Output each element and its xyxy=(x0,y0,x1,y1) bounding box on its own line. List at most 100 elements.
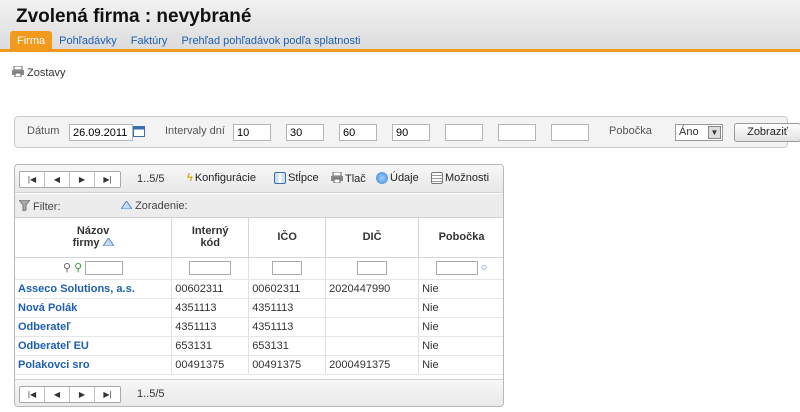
konfiguracie-label: Konfigurácie xyxy=(194,172,256,184)
table-row[interactable]: Odberateľ EU 653131 653131 Nie xyxy=(15,336,503,356)
column-nazov-line2: firmy xyxy=(72,237,100,250)
udaje-label: Údaje xyxy=(390,172,419,184)
chevron-down-icon[interactable]: ▼ xyxy=(708,126,721,139)
column-nazov[interactable]: Názov firmy xyxy=(15,218,173,258)
search-cell-pobocka: ○ xyxy=(418,257,503,280)
page-info: 1..5/5 xyxy=(137,173,165,185)
column-ico[interactable]: IČO xyxy=(248,218,327,258)
pobocka-select[interactable]: Áno ▼ xyxy=(675,124,723,141)
table-row[interactable]: Odberateľ 4351113 4351113 Nie xyxy=(15,317,503,337)
search-cell-ico xyxy=(248,257,327,280)
zostavy-label: Zostavy xyxy=(27,67,66,79)
tab-prehlad[interactable]: Prehľad pohľadávok podľa splatnosti xyxy=(174,31,367,52)
table-header-row: Názov firmy Interný kód IČO DIČ Pobočka xyxy=(15,218,503,258)
zostavy-link[interactable]: Zostavy xyxy=(12,65,66,80)
company-ico: 4351113 xyxy=(248,317,327,337)
company-kod: 4351113 xyxy=(171,298,250,318)
clear-search-icon[interactable]: ⚲ xyxy=(74,262,82,274)
last-page-icon[interactable]: ▶| xyxy=(95,172,120,187)
options-icon xyxy=(431,172,443,184)
table-row[interactable]: Polakovci sro 00491375 00491375 20004913… xyxy=(15,355,503,375)
interval-field-2[interactable] xyxy=(286,124,324,141)
interval-field-3[interactable] xyxy=(339,124,377,141)
interval-field-4[interactable] xyxy=(392,124,430,141)
pobocka-label: Pobočka xyxy=(609,125,652,137)
tab-firma[interactable]: Firma xyxy=(10,31,53,52)
intervaly-label: Intervaly dní xyxy=(165,125,225,137)
company-dic xyxy=(325,317,420,337)
search-input-nazov[interactable] xyxy=(85,261,124,276)
company-dic xyxy=(325,336,420,356)
company-dic: 2000491375 xyxy=(325,355,420,375)
company-name[interactable]: Polakovci sro xyxy=(15,355,173,375)
search-input-pobocka[interactable] xyxy=(435,261,478,275)
last-page-icon[interactable]: ▶| xyxy=(95,387,120,402)
tab-faktury[interactable]: Faktúry xyxy=(124,31,175,52)
search-cell-nazov: ⚲ ⚲ xyxy=(15,257,173,280)
data-icon xyxy=(376,172,388,184)
interval-field-5[interactable] xyxy=(445,124,483,141)
page-title: Zvolená firma : nevybrané xyxy=(16,6,252,27)
column-interny-kod[interactable]: Interný kód xyxy=(171,218,250,258)
company-kod: 4351113 xyxy=(171,317,250,337)
next-page-icon[interactable]: ▶ xyxy=(70,387,95,402)
calendar-icon[interactable] xyxy=(133,125,145,140)
company-name[interactable]: Odberateľ EU xyxy=(15,336,173,356)
page-info-bottom: 1..5/5 xyxy=(137,388,165,400)
company-ico: 00491375 xyxy=(248,355,327,375)
table-row[interactable]: Asseco Solutions, a.s. 00602311 00602311… xyxy=(15,279,503,299)
next-page-icon[interactable]: ▶ xyxy=(70,172,95,187)
company-pobocka: Nie xyxy=(418,317,503,337)
interval-field-6[interactable] xyxy=(498,124,536,141)
company-name[interactable]: Odberateľ xyxy=(15,317,173,337)
moznosti-label: Možnosti xyxy=(445,172,490,184)
filter-indicator[interactable]: Filter: xyxy=(17,199,61,214)
company-dic xyxy=(325,298,420,318)
zoradenie-indicator[interactable]: Zoradenie: xyxy=(120,200,188,212)
funnel-icon xyxy=(17,199,32,214)
company-kod: 00491375 xyxy=(171,355,250,375)
tab-pohladavky[interactable]: Pohľadávky xyxy=(52,31,124,52)
columns-icon xyxy=(274,172,286,184)
sort-ascending-icon xyxy=(101,237,115,249)
search-input-dic[interactable] xyxy=(357,261,388,275)
tlac-label: Tlač xyxy=(345,173,366,185)
grid-footer: |◀ ◀ ▶ ▶| 1..5/5 xyxy=(15,379,503,406)
stlpce-label: Stĺpce xyxy=(288,172,319,184)
prev-page-icon[interactable]: ◀ xyxy=(45,172,70,187)
stlpce-button[interactable]: Stĺpce xyxy=(274,172,319,184)
filter-bar: Dátum Intervaly dní Pobočka Áno ▼ Zobraz… xyxy=(14,116,800,148)
companies-table: Názov firmy Interný kód IČO DIČ Pobočka … xyxy=(15,218,503,375)
company-kod: 00602311 xyxy=(171,279,250,299)
first-page-icon[interactable]: |◀ xyxy=(20,172,45,187)
search-input-ico[interactable] xyxy=(272,261,303,275)
pager-bottom: |◀ ◀ ▶ ▶| xyxy=(19,386,121,403)
bulb-icon[interactable]: ○ xyxy=(481,262,488,274)
search-input-kod[interactable] xyxy=(189,261,232,275)
column-dic[interactable]: DIČ xyxy=(325,218,420,258)
udaje-button[interactable]: Údaje xyxy=(376,172,419,184)
pager-top: |◀ ◀ ▶ ▶| xyxy=(19,171,121,188)
column-nazov-line1: Názov xyxy=(76,225,110,238)
first-page-icon[interactable]: |◀ xyxy=(20,387,45,402)
interval-field-7[interactable] xyxy=(551,124,589,141)
search-icon[interactable]: ⚲ xyxy=(63,262,71,274)
main-tabs: Firma Pohľadávky Faktúry Prehľad pohľadá… xyxy=(10,31,367,52)
moznosti-button[interactable]: Možnosti xyxy=(431,172,489,184)
zobrazit-button[interactable]: Zobraziť xyxy=(734,123,800,142)
company-pobocka: Nie xyxy=(418,298,503,318)
interval-field-1[interactable] xyxy=(233,124,271,141)
column-pobocka[interactable]: Pobočka xyxy=(418,218,503,258)
datum-field[interactable] xyxy=(69,124,133,141)
konfiguracie-button[interactable]: ϟ Konfigurácie xyxy=(187,172,256,184)
column-interny-line2: kód xyxy=(200,237,220,250)
company-name[interactable]: Asseco Solutions, a.s. xyxy=(15,279,173,299)
tlac-button[interactable]: Tlač xyxy=(331,171,366,186)
company-ico: 4351113 xyxy=(248,298,327,318)
table-row[interactable]: Nová Polák 4351113 4351113 Nie xyxy=(15,298,503,318)
company-dic: 2020447990 xyxy=(325,279,420,299)
company-ico: 00602311 xyxy=(248,279,327,299)
company-name[interactable]: Nová Polák xyxy=(15,298,173,318)
company-pobocka: Nie xyxy=(418,279,503,299)
prev-page-icon[interactable]: ◀ xyxy=(45,387,70,402)
